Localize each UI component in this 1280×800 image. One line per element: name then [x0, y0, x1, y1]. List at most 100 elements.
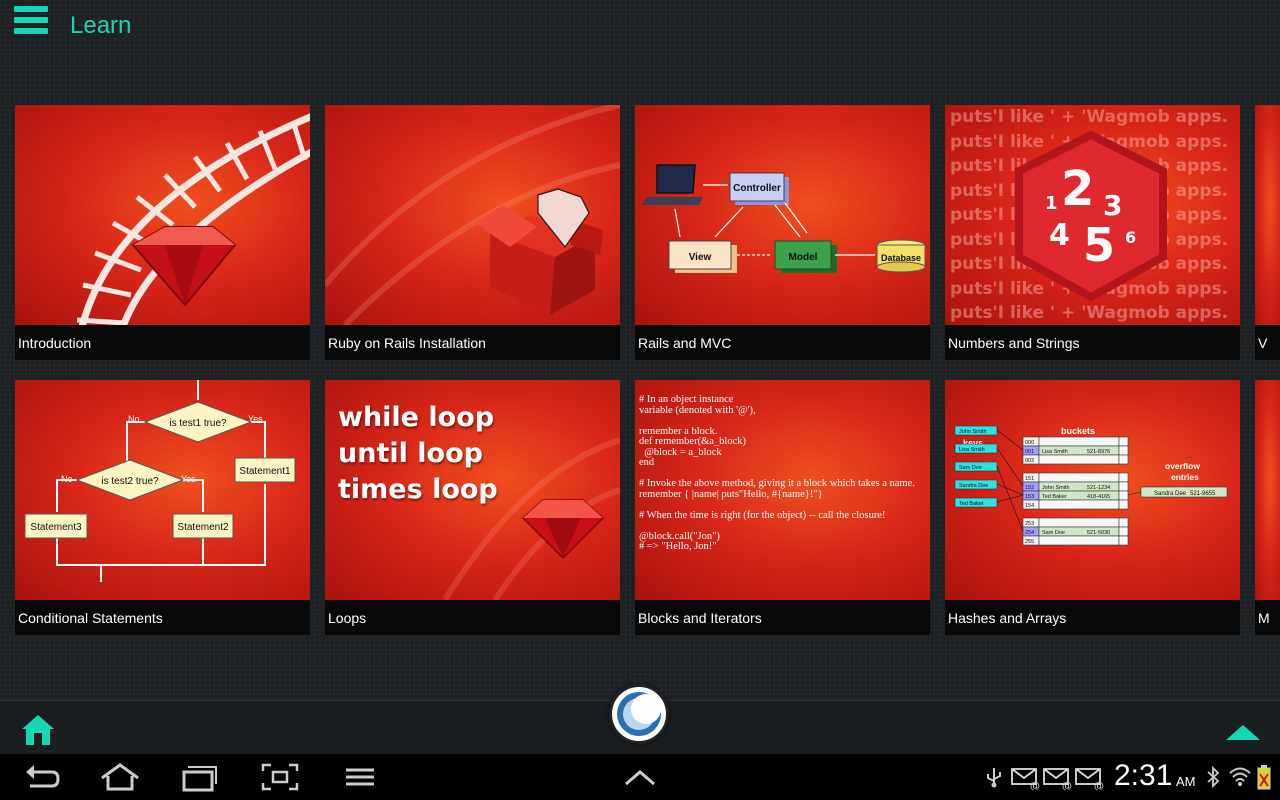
hash-link [996, 483, 1024, 496]
thumbnail: puts'I like ' + 'Wagmob apps. puts'I lik… [945, 105, 1240, 325]
tile-label: Introduction [15, 325, 310, 360]
bucket-pointer-cell [1118, 454, 1129, 465]
tile-partial-next[interactable]: V [1255, 105, 1280, 360]
svg-text:1: 1 [1045, 193, 1058, 214]
svg-text:521-9655: 521-9655 [1190, 491, 1216, 497]
bluetooth-icon [1207, 766, 1220, 788]
code-snippet: # In an object instance variable (denote… [639, 394, 915, 552]
controller-label: Controller [733, 183, 781, 194]
tile-loops[interactable]: while loop until loop times loop Loops [325, 380, 620, 635]
tile-numbers-and-strings[interactable]: puts'I like ' + 'Wagmob apps. puts'I lik… [945, 105, 1240, 360]
app-logo-button[interactable] [609, 684, 669, 744]
thumbnail [325, 105, 620, 325]
tile-label: V [1255, 325, 1280, 360]
svg-text:No: No [61, 474, 73, 484]
bucket-pointer-cell [1118, 535, 1129, 546]
svg-text:buckets: buckets [1061, 426, 1095, 436]
database-label: Database [881, 253, 921, 263]
tile-partial-next[interactable]: M [1255, 380, 1280, 635]
bucket-pointer-cell [1118, 481, 1129, 492]
back-arrow-icon[interactable] [22, 762, 62, 792]
svg-text:@: @ [1062, 781, 1072, 790]
hash-key-label: Ted Baker [959, 501, 984, 507]
svg-text:entries: entries [1171, 472, 1199, 482]
thumbnail: # In an object instance variable (denote… [635, 380, 930, 600]
tile-label: Loops [325, 600, 620, 635]
home-icon[interactable] [20, 713, 56, 747]
tile-label: Hashes and Arrays [945, 600, 1240, 635]
svg-text:@: @ [1094, 781, 1104, 790]
bucket-index: 254 [1025, 530, 1034, 536]
thumbnail [15, 105, 310, 325]
bucket-index: 253 [1025, 521, 1034, 527]
hash-key-label: Sandra Dee [959, 483, 988, 489]
tile-label: Ruby on Rails Installation [325, 325, 620, 360]
bucket-pointer-cell [1118, 490, 1129, 501]
mail-icon: @ @ @ [1011, 768, 1104, 790]
svg-text:@: @ [1030, 781, 1040, 790]
tile-introduction[interactable]: Introduction [15, 105, 310, 360]
bucket-index: 255 [1025, 539, 1034, 545]
bucket-entry-cell [1038, 535, 1120, 546]
hamburger-icon[interactable] [14, 6, 48, 42]
bucket-entry-cell [1038, 499, 1120, 510]
bucket-pointer-cell [1118, 517, 1129, 528]
menu-lines-icon[interactable] [340, 762, 380, 792]
bucket-name: John Smith [1042, 485, 1070, 491]
ruby-box-image [325, 105, 620, 325]
tile-label: M [1255, 600, 1280, 635]
hash-link [996, 494, 1024, 503]
view-label: View [689, 252, 712, 263]
usb-icon [987, 768, 1001, 788]
bucket-entry-cell [1038, 454, 1120, 465]
thumbnail: while loop until loop times loop [325, 380, 620, 600]
ruby-rails-image [76, 113, 310, 325]
wifi-icon [1229, 767, 1251, 786]
battery-icon [1257, 765, 1271, 790]
bucket-pointer-cell [1118, 445, 1129, 456]
hash-link [996, 429, 1024, 451]
home-nav-icon[interactable] [100, 762, 140, 792]
chevron-up-icon[interactable] [620, 762, 660, 792]
bucket-index: 152 [1025, 485, 1034, 491]
thumbnail: Controller View Model Database [635, 105, 930, 325]
status-clock: 2:31 [1114, 759, 1173, 792]
svg-text:2: 2 [1061, 161, 1094, 217]
tile-rails-and-mvc[interactable]: Controller View Model Database Rails and… [635, 105, 930, 360]
hash-link [1127, 491, 1142, 496]
svg-text:Yes: Yes [248, 414, 263, 424]
bucket-index: 151 [1025, 476, 1034, 482]
tile-label: Conditional Statements [15, 600, 310, 635]
thumbnail [1255, 105, 1280, 325]
thumbnail [1255, 380, 1280, 600]
bucket-pointer-cell [1118, 436, 1129, 447]
screen-capture-icon[interactable] [260, 762, 300, 792]
bucket-entry-cell [1038, 436, 1120, 447]
svg-text:5: 5 [1083, 218, 1115, 272]
tile-conditional-statements[interactable]: is test1 true? is test2 true? No Yes No … [15, 380, 310, 635]
bucket-name: Ted Baker [1042, 494, 1067, 500]
bucket-name: Lisa Smith [1042, 449, 1068, 455]
bucket-index: 002 [1025, 458, 1034, 464]
status-ampm: AM [1176, 774, 1196, 789]
hash-link [996, 447, 1024, 487]
tile-blocks-and-iterators[interactable]: # In an object instance variable (denote… [635, 380, 930, 635]
bucket-number: 521-8976 [1087, 449, 1110, 455]
bucket-index: 153 [1025, 494, 1034, 500]
bucket-index: 154 [1025, 503, 1034, 509]
thumbnail: keys buckets overflow entries John Smith… [945, 380, 1240, 600]
moon-logo-icon [617, 692, 661, 736]
bucket-entry-cell [1038, 517, 1120, 528]
tile-ruby-on-rails-installation[interactable]: Ruby on Rails Installation [325, 105, 620, 360]
lesson-grid: Introduction Ruby on Rails Installation [15, 105, 1280, 635]
svg-text:overflow: overflow [1165, 461, 1200, 471]
triangle-up-icon[interactable] [1225, 723, 1261, 741]
recent-apps-icon[interactable] [180, 762, 220, 792]
bucket-number: 418-4165 [1087, 494, 1110, 500]
thumbnail: is test1 true? is test2 true? No Yes No … [15, 380, 310, 600]
bucket-entry-cell [1038, 472, 1120, 483]
bucket-name: Sam Doe [1042, 530, 1065, 536]
hash-key-label: Sam Doe [959, 465, 982, 471]
tile-hashes-and-arrays[interactable]: keys buckets overflow entries John Smith… [945, 380, 1240, 635]
tile-label: Numbers and Strings [945, 325, 1240, 360]
